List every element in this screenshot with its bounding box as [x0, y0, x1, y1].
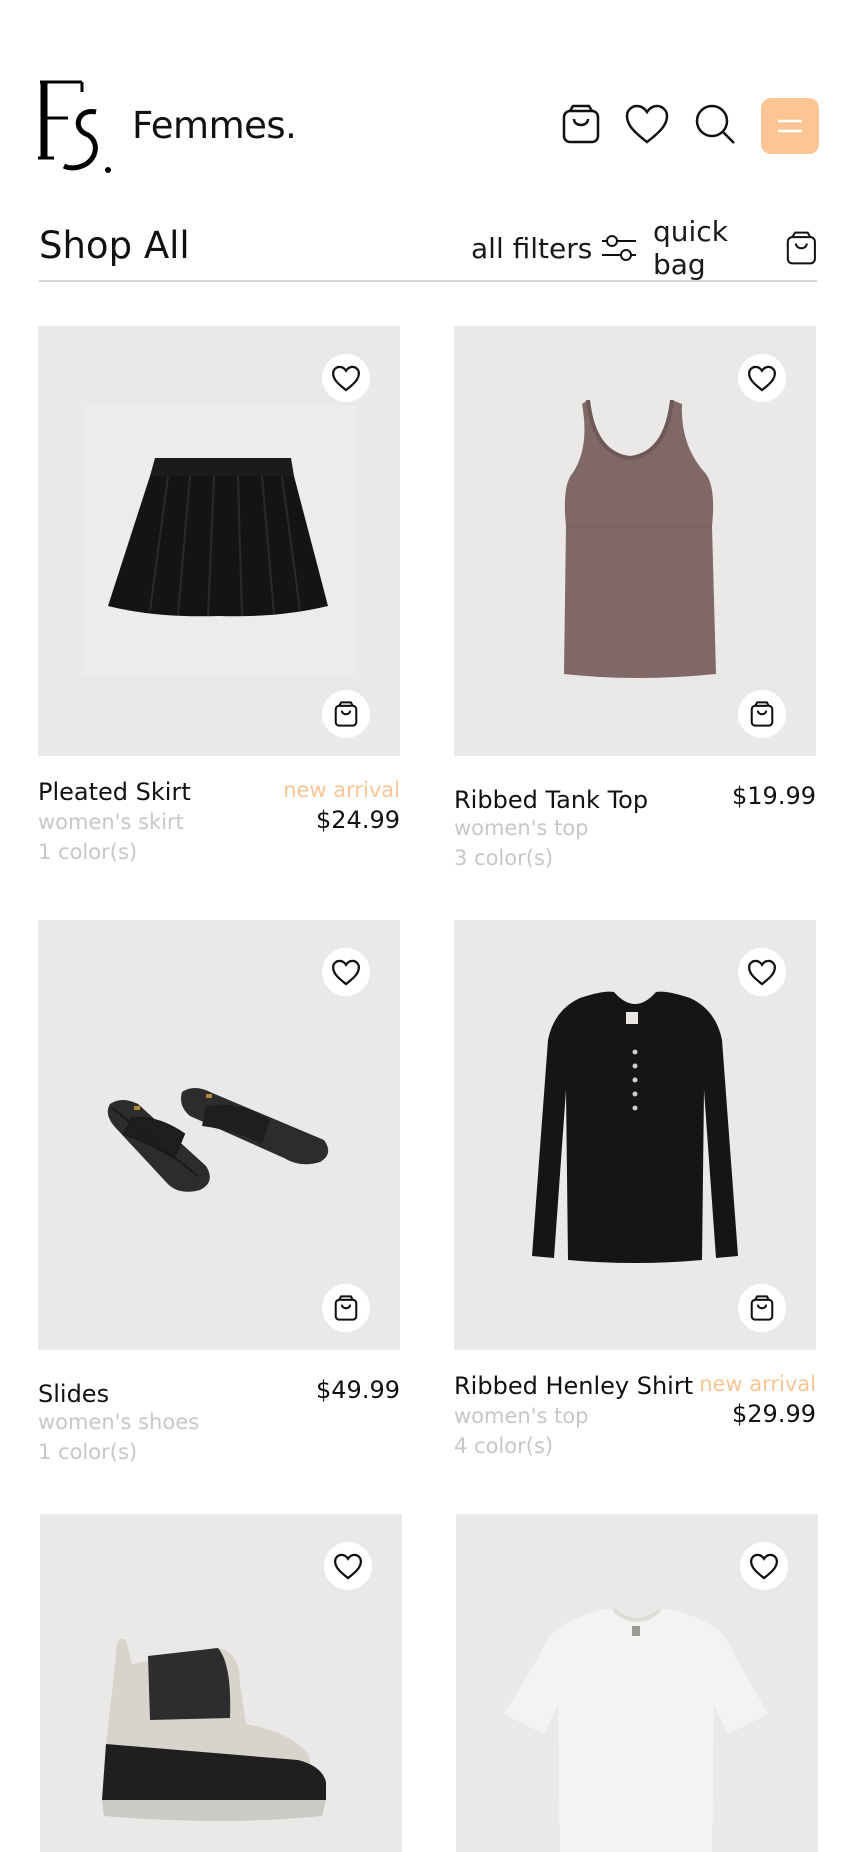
product-image[interactable]	[454, 920, 816, 1350]
product-price: $24.99	[316, 806, 400, 834]
shopping-bag-icon	[562, 104, 600, 144]
product-card[interactable]: Ribbed Henley Shirt women's top 4 color(…	[454, 920, 816, 1478]
product-color-count: 1 color(s)	[38, 1440, 138, 1464]
shopping-bag-icon	[334, 1295, 358, 1321]
shopping-bag-button[interactable]	[555, 98, 607, 150]
product-color-count: 1 color(s)	[38, 840, 138, 864]
page-title: Shop All	[39, 224, 190, 267]
product-card[interactable]	[456, 1514, 818, 1852]
heart-icon	[748, 959, 776, 985]
product-category: women's top	[454, 1404, 589, 1428]
shopping-bag-icon	[787, 231, 817, 265]
product-card[interactable]: Pleated Skirt women's skirt 1 color(s) n…	[38, 326, 400, 884]
product-name[interactable]: Ribbed Tank Top	[454, 786, 648, 814]
product-info: Ribbed Henley Shirt women's top 4 color(…	[454, 1368, 816, 1478]
shopping-bag-icon	[750, 1295, 774, 1321]
product-image[interactable]	[456, 1514, 818, 1852]
add-to-bag-button[interactable]	[738, 1284, 786, 1332]
fs-monogram-logo[interactable]	[38, 78, 114, 176]
search-button[interactable]	[689, 98, 741, 150]
site-header: Femmes.	[0, 0, 856, 200]
product-info: Ribbed Tank Top women's top 3 color(s) $…	[454, 774, 816, 884]
favorite-button[interactable]	[324, 1542, 372, 1590]
product-image[interactable]	[38, 326, 400, 756]
shopping-bag-icon	[334, 701, 358, 727]
product-name[interactable]: Pleated Skirt	[38, 778, 191, 806]
favorite-button[interactable]	[738, 948, 786, 996]
favorite-button[interactable]	[738, 354, 786, 402]
product-price: $29.99	[732, 1400, 816, 1428]
heart-icon	[332, 959, 360, 985]
product-name[interactable]: Ribbed Henley Shirt	[454, 1372, 693, 1400]
product-card[interactable]	[40, 1514, 402, 1852]
filter-sliders-icon	[602, 235, 637, 261]
shop-toolbar: Shop All all filters quick bag	[39, 215, 817, 282]
search-icon	[695, 104, 735, 144]
product-info: Slides women's shoes 1 color(s) $49.99	[38, 1368, 400, 1478]
heart-icon	[748, 365, 776, 391]
add-to-bag-button[interactable]	[322, 690, 370, 738]
add-to-bag-button[interactable]	[322, 1284, 370, 1332]
product-card[interactable]: Ribbed Tank Top women's top 3 color(s) $…	[454, 326, 816, 884]
shopping-bag-icon	[750, 701, 774, 727]
product-category: women's skirt	[38, 810, 184, 834]
heart-icon	[625, 104, 669, 144]
product-image[interactable]	[454, 326, 816, 756]
product-category: women's top	[454, 816, 589, 840]
menu-button[interactable]	[761, 98, 819, 154]
product-color-count: 4 color(s)	[454, 1434, 554, 1458]
product-color-count: 3 color(s)	[454, 846, 554, 870]
menu-icon	[777, 119, 803, 133]
add-to-bag-button[interactable]	[738, 690, 786, 738]
favorite-button[interactable]	[740, 1542, 788, 1590]
product-category: women's shoes	[38, 1410, 200, 1434]
heart-icon	[750, 1553, 778, 1579]
product-name[interactable]: Slides	[38, 1380, 109, 1408]
product-info: Pleated Skirt women's skirt 1 color(s) n…	[38, 774, 400, 884]
heart-icon	[332, 365, 360, 391]
product-card[interactable]: Slides women's shoes 1 color(s) $49.99	[38, 920, 400, 1478]
product-price: $19.99	[732, 782, 816, 810]
quick-bag-button[interactable]: quick bag	[653, 215, 817, 281]
product-image[interactable]	[40, 1514, 402, 1852]
brand-name: Femmes.	[132, 104, 297, 147]
favorite-button[interactable]	[322, 354, 370, 402]
new-arrival-badge: new arrival	[699, 1372, 816, 1396]
quick-bag-label: quick bag	[653, 215, 728, 281]
new-arrival-badge: new arrival	[283, 778, 400, 802]
wishlist-button[interactable]	[621, 98, 673, 150]
product-price: $49.99	[316, 1376, 400, 1404]
all-filters-label: all filters	[471, 231, 593, 265]
heart-icon	[334, 1553, 362, 1579]
product-image[interactable]	[38, 920, 400, 1350]
favorite-button[interactable]	[322, 948, 370, 996]
all-filters-button[interactable]: all filters	[471, 228, 638, 268]
